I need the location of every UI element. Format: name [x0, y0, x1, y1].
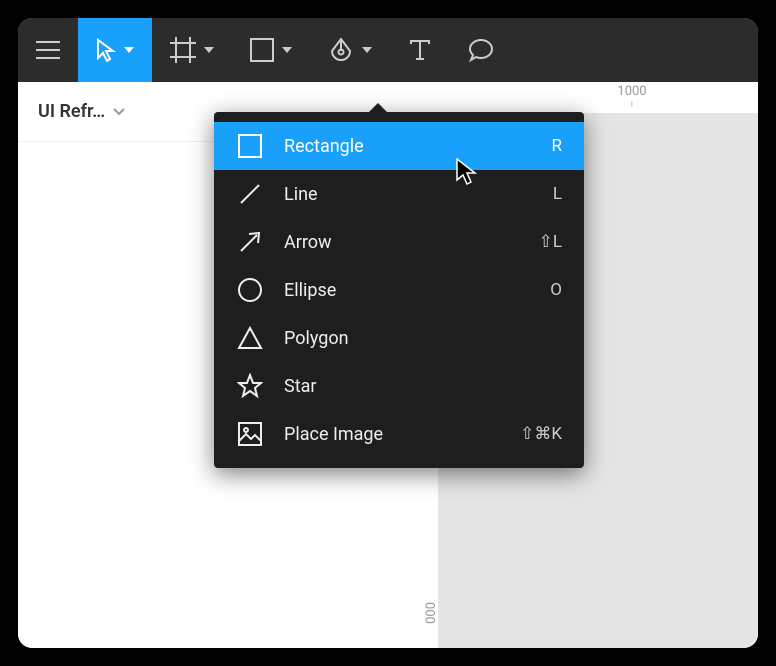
- move-tool-button[interactable]: [78, 18, 152, 82]
- chevron-down-icon: [124, 47, 134, 53]
- menu-label: Arrow: [284, 232, 523, 253]
- menu-item-star[interactable]: Star: [214, 362, 584, 410]
- ruler-tick: 1000: [617, 84, 646, 107]
- menu-shortcut: R: [552, 136, 562, 156]
- chevron-down-icon: [113, 108, 125, 115]
- menu-item-ellipse[interactable]: Ellipse O: [214, 266, 584, 314]
- menu-label: Ellipse: [284, 280, 534, 301]
- page-selector[interactable]: UI Refr…: [18, 82, 214, 142]
- frame-icon: [170, 37, 196, 63]
- chevron-down-icon: [362, 47, 372, 53]
- menu-label: Line: [284, 184, 537, 205]
- line-icon: [232, 181, 268, 207]
- menu-shortcut: ⇧⌘K: [520, 424, 562, 444]
- ruler-tick: 000: [424, 602, 439, 624]
- rectangle-icon: [250, 38, 274, 62]
- chevron-down-icon: [204, 47, 214, 53]
- menu-item-place-image[interactable]: Place Image ⇧⌘K: [214, 410, 584, 458]
- ellipse-icon: [232, 277, 268, 303]
- menu-label: Star: [284, 376, 546, 397]
- menu-label: Rectangle: [284, 136, 536, 157]
- menu-item-line[interactable]: Line L: [214, 170, 584, 218]
- rectangle-icon: [232, 133, 268, 159]
- layers-panel: [18, 142, 214, 648]
- pen-tool-button[interactable]: [310, 18, 390, 82]
- toolbar: [18, 18, 758, 82]
- arrow-icon: [232, 229, 268, 255]
- shape-tool-button[interactable]: [232, 18, 310, 82]
- frame-tool-button[interactable]: [152, 18, 232, 82]
- app-window: UI Refr… 1000 -4 000 Rectangle R Line L …: [18, 18, 758, 648]
- menu-label: Place Image: [284, 424, 504, 445]
- page-name: UI Refr…: [38, 101, 105, 122]
- text-tool-button[interactable]: [390, 18, 450, 82]
- hamburger-icon: [36, 41, 60, 59]
- shape-dropdown-menu: Rectangle R Line L Arrow ⇧L Ellipse O Po…: [214, 112, 584, 468]
- text-icon: [408, 38, 432, 62]
- menu-label: Polygon: [284, 328, 546, 349]
- menu-shortcut: L: [553, 184, 562, 204]
- menu-shortcut: ⇧L: [539, 232, 562, 252]
- menu-item-rectangle[interactable]: Rectangle R: [214, 122, 584, 170]
- comment-tool-button[interactable]: [450, 18, 512, 82]
- cursor-icon: [96, 38, 116, 62]
- pen-icon: [328, 37, 354, 63]
- menu-item-polygon[interactable]: Polygon: [214, 314, 584, 362]
- menu-shortcut: O: [550, 280, 562, 300]
- image-icon: [232, 421, 268, 447]
- polygon-icon: [232, 325, 268, 351]
- menu-button[interactable]: [18, 18, 78, 82]
- menu-item-arrow[interactable]: Arrow ⇧L: [214, 218, 584, 266]
- ruler-horizontal: 1000: [214, 82, 758, 114]
- star-icon: [232, 373, 268, 399]
- comment-icon: [468, 37, 494, 63]
- chevron-down-icon: [282, 47, 292, 53]
